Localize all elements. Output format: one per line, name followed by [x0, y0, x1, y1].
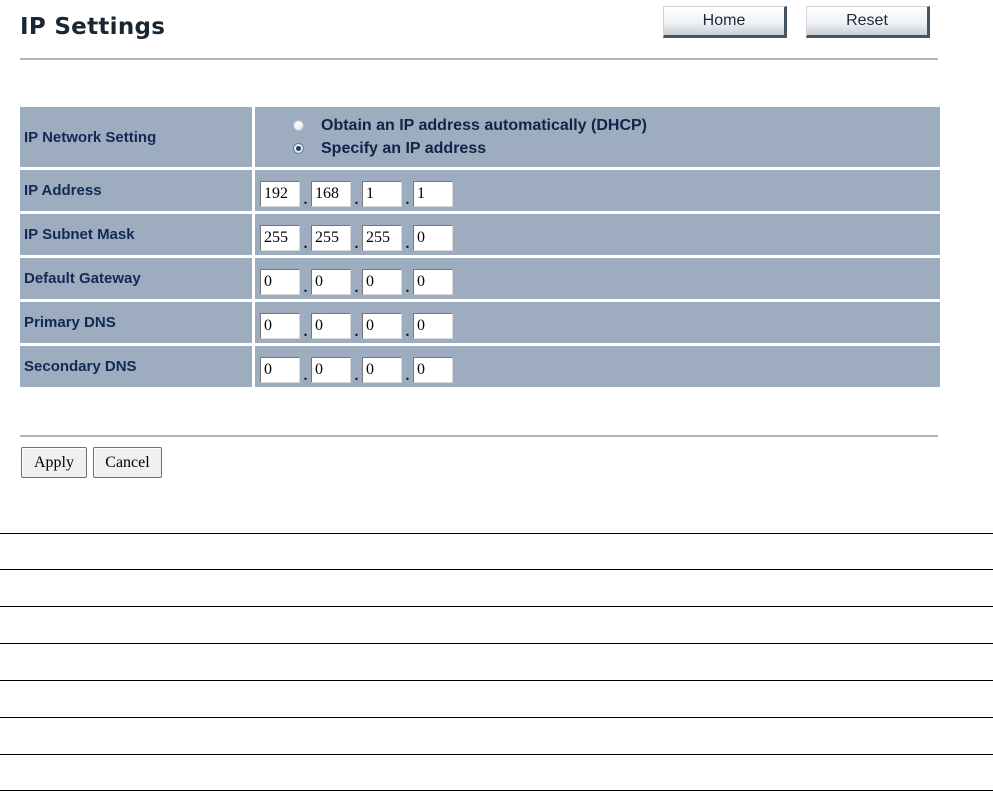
page-title: IP Settings	[20, 14, 166, 40]
subnet-mask-row: IP Subnet Mask . . .	[20, 211, 940, 257]
ip-address-row: IP Address . . .	[20, 167, 940, 213]
primary-dns-field: . . .	[260, 307, 940, 339]
subnet-mask-field: . . .	[260, 219, 940, 251]
default-gateway-octet-2[interactable]	[311, 268, 351, 295]
document-rule	[0, 606, 993, 607]
ip-network-setting-options: Obtain an IP address automatically (DHCP…	[253, 107, 940, 169]
default-gateway-octet-4[interactable]	[413, 268, 453, 295]
octet-separator: .	[405, 367, 410, 384]
primary-dns-octet-2[interactable]	[311, 312, 351, 339]
primary-dns-row: Primary DNS . . .	[20, 299, 940, 345]
secondary-dns-label: Secondary DNS	[20, 343, 255, 387]
dhcp-option[interactable]: Obtain an IP address automatically (DHCP…	[260, 114, 940, 137]
document-rule	[0, 754, 993, 755]
octet-separator: .	[303, 235, 308, 252]
primary-dns-octet-4[interactable]	[413, 312, 453, 339]
document-rule	[0, 790, 993, 791]
subnet-mask-octet-2[interactable]	[311, 224, 351, 251]
octet-separator: .	[303, 367, 308, 384]
static-ip-option-label: Specify an IP address	[321, 139, 487, 157]
document-rule	[0, 643, 993, 644]
ip-address-field: . . .	[260, 175, 940, 207]
octet-separator: .	[354, 235, 359, 252]
dhcp-option-label: Obtain an IP address automatically (DHCP…	[321, 116, 648, 134]
dhcp-radio[interactable]	[293, 120, 304, 131]
octet-separator: .	[405, 235, 410, 252]
form-divider	[20, 435, 938, 437]
secondary-dns-octet-4[interactable]	[413, 356, 453, 383]
subnet-mask-octet-3[interactable]	[362, 224, 402, 251]
default-gateway-field: . . .	[260, 263, 940, 295]
octet-separator: .	[303, 323, 308, 340]
cancel-button[interactable]: Cancel	[93, 447, 162, 478]
document-rule	[0, 533, 993, 534]
subnet-mask-octet-1[interactable]	[260, 224, 300, 251]
primary-dns-octet-1[interactable]	[260, 312, 300, 339]
secondary-dns-field: . . .	[260, 351, 940, 383]
reset-button[interactable]: Reset	[806, 6, 930, 38]
secondary-dns-row: Secondary DNS . . .	[20, 343, 940, 387]
primary-dns-octet-3[interactable]	[362, 312, 402, 339]
octet-separator: .	[405, 279, 410, 296]
octet-separator: .	[354, 279, 359, 296]
ip-address-octet-4[interactable]	[413, 180, 453, 207]
octet-separator: .	[354, 323, 359, 340]
ip-address-octet-1[interactable]	[260, 180, 300, 207]
default-gateway-octet-3[interactable]	[362, 268, 402, 295]
octet-separator: .	[405, 191, 410, 208]
default-gateway-octet-1[interactable]	[260, 268, 300, 295]
ip-address-octet-3[interactable]	[362, 180, 402, 207]
subnet-mask-octet-4[interactable]	[413, 224, 453, 251]
secondary-dns-octet-2[interactable]	[311, 356, 351, 383]
default-gateway-row: Default Gateway . . .	[20, 255, 940, 301]
document-rule	[0, 680, 993, 681]
octet-separator: .	[303, 191, 308, 208]
octet-separator: .	[303, 279, 308, 296]
static-ip-option[interactable]: Specify an IP address	[260, 137, 940, 160]
ip-address-octet-2[interactable]	[311, 180, 351, 207]
apply-button[interactable]: Apply	[21, 447, 87, 478]
ip-network-setting-label: IP Network Setting	[20, 107, 255, 169]
octet-separator: .	[354, 191, 359, 208]
document-rule	[0, 717, 993, 718]
document-rule	[0, 569, 993, 570]
primary-dns-label: Primary DNS	[20, 299, 255, 345]
ip-network-setting-row: IP Network Setting Obtain an IP address …	[20, 107, 940, 169]
static-ip-radio[interactable]	[293, 143, 304, 154]
header-divider	[20, 58, 938, 60]
octet-separator: .	[405, 323, 410, 340]
ip-settings-table: IP Network Setting Obtain an IP address …	[20, 107, 940, 387]
default-gateway-label: Default Gateway	[20, 255, 255, 301]
subnet-mask-label: IP Subnet Mask	[20, 211, 255, 257]
secondary-dns-octet-3[interactable]	[362, 356, 402, 383]
ip-address-label: IP Address	[20, 167, 255, 213]
home-button[interactable]: Home	[663, 6, 787, 38]
octet-separator: .	[354, 367, 359, 384]
secondary-dns-octet-1[interactable]	[260, 356, 300, 383]
